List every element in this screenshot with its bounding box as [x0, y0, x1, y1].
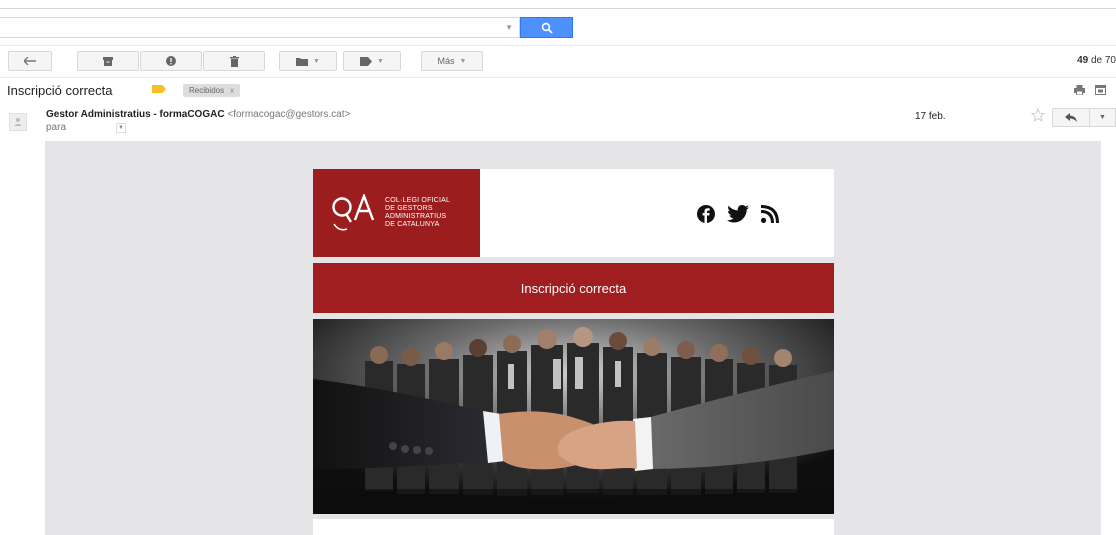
- message-counter: 49 de 70: [1077, 55, 1116, 66]
- labels-button[interactable]: ▼: [343, 51, 401, 71]
- reply-icon: [1065, 113, 1077, 122]
- counter-current: 49: [1077, 55, 1089, 66]
- important-marker-icon[interactable]: [152, 85, 166, 93]
- email-subject: Inscripció correcta: [7, 83, 113, 98]
- dropdown-arrow-icon: ▼: [459, 57, 467, 65]
- sender-avatar: [9, 113, 27, 131]
- dropdown-arrow-icon: ▼: [313, 57, 320, 65]
- star-icon[interactable]: [1031, 108, 1045, 122]
- archive-icon: [103, 56, 113, 66]
- label-chip-text: Recibidos: [189, 86, 225, 95]
- more-label: Más: [437, 56, 455, 66]
- newsletter-banner: Inscripció correcta: [313, 263, 834, 313]
- logo-text: COL·LEGI OFICIAL DE GESTORS ADMINISTRATI…: [385, 197, 450, 229]
- reply-button[interactable]: [1052, 108, 1090, 127]
- search-options-caret[interactable]: ▼: [505, 23, 513, 32]
- remove-label-icon[interactable]: x: [230, 86, 234, 95]
- archive-button[interactable]: [77, 51, 139, 71]
- report-spam-button[interactable]: [140, 51, 202, 71]
- new-window-icon[interactable]: [1095, 85, 1106, 95]
- delete-button[interactable]: [203, 51, 265, 71]
- sender-line: Gestor Administratius - formaCOGAC <form…: [46, 109, 350, 120]
- logo-line: DE CATALUNYA: [385, 221, 440, 228]
- dropdown-arrow-icon: ▼: [377, 57, 384, 65]
- trash-icon: [229, 55, 239, 67]
- college-logo[interactable]: COL·LEGI OFICIAL DE GESTORS ADMINISTRATI…: [313, 169, 480, 257]
- email-body: COL·LEGI OFICIAL DE GESTORS ADMINISTRATI…: [45, 141, 1101, 535]
- more-actions-button[interactable]: ▼: [1090, 108, 1116, 127]
- counter-total: de 70: [1088, 55, 1116, 66]
- newsletter-content: [313, 519, 834, 535]
- banner-title: Inscripció correcta: [520, 280, 627, 296]
- sender-email: <formacogac@gestors.cat>: [227, 109, 351, 120]
- folder-icon: [296, 57, 309, 66]
- person-icon: [14, 118, 22, 126]
- more-button[interactable]: Más ▼: [421, 51, 483, 71]
- recipient-prefix: para: [46, 122, 67, 133]
- rss-icon[interactable]: [761, 205, 779, 223]
- twitter-icon[interactable]: [727, 205, 749, 223]
- logo-line: COL·LEGI OFICIAL: [385, 197, 451, 204]
- logo-line: ADMINISTRATIUS: [385, 213, 447, 220]
- back-button[interactable]: [8, 51, 52, 71]
- toolbar-divider: [0, 45, 1116, 46]
- print-icon[interactable]: [1074, 85, 1085, 95]
- logo-mark-icon: [332, 194, 375, 231]
- sender-name[interactable]: Gestor Administratius - formaCOGAC: [46, 109, 225, 120]
- show-details-caret[interactable]: ▼: [116, 123, 126, 133]
- label-chip-inbox[interactable]: Recibidos x: [183, 84, 241, 97]
- tag-icon: [360, 56, 373, 66]
- search-icon: [541, 22, 553, 34]
- newsletter-header: COL·LEGI OFICIAL DE GESTORS ADMINISTRATI…: [313, 169, 834, 257]
- move-to-button[interactable]: ▼: [279, 51, 337, 71]
- search-button[interactable]: [520, 17, 573, 38]
- subject-row: Inscripció correcta Recibidos x: [0, 77, 1116, 103]
- top-divider: [0, 8, 1116, 9]
- search-input[interactable]: ▼: [0, 17, 520, 38]
- back-icon: [24, 57, 36, 65]
- spam-icon: [166, 56, 176, 66]
- message-date: 17 feb.: [915, 111, 946, 122]
- facebook-icon[interactable]: [697, 205, 715, 223]
- social-links: [697, 205, 779, 223]
- newsletter: COL·LEGI OFICIAL DE GESTORS ADMINISTRATI…: [313, 169, 834, 535]
- handshake-photo: [313, 319, 834, 514]
- logo-line: DE GESTORS: [385, 205, 433, 212]
- business-people-image: [313, 319, 834, 514]
